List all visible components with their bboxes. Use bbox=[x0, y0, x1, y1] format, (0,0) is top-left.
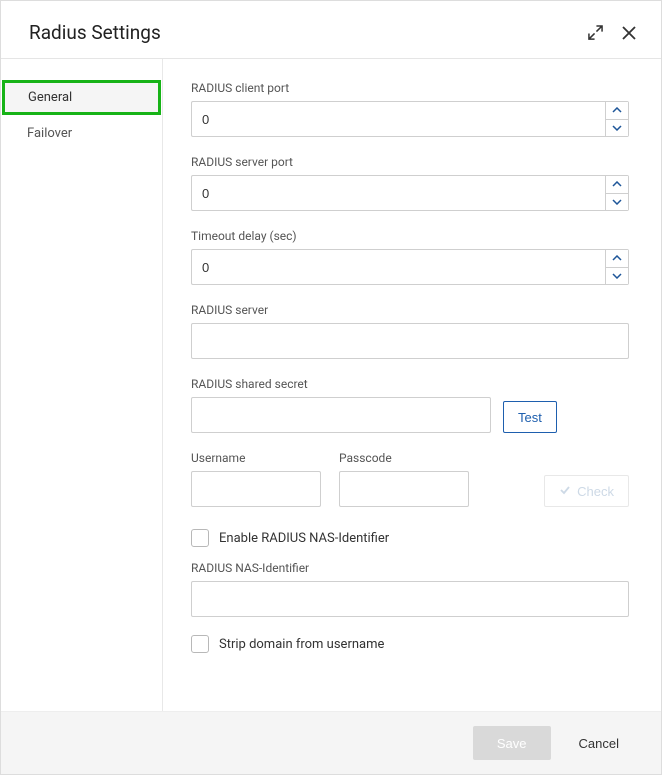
test-button[interactable]: Test bbox=[503, 401, 557, 433]
server-port-stepper bbox=[605, 175, 629, 211]
secret-input[interactable] bbox=[191, 397, 491, 433]
server-port-spinner bbox=[191, 175, 629, 211]
client-port-input[interactable] bbox=[191, 101, 605, 137]
passcode-label: Passcode bbox=[339, 451, 469, 465]
tab-general[interactable]: General bbox=[2, 80, 161, 115]
dialog-footer: Save Cancel bbox=[1, 711, 661, 774]
dialog-body: General Failover RADIUS client port bbox=[1, 59, 661, 711]
chevron-up-icon[interactable] bbox=[606, 102, 628, 120]
field-client-port: RADIUS client port bbox=[191, 81, 629, 137]
chevron-down-icon[interactable] bbox=[606, 120, 628, 137]
field-secret: RADIUS shared secret Test bbox=[191, 377, 629, 433]
cancel-button[interactable]: Cancel bbox=[561, 726, 637, 760]
expand-icon[interactable] bbox=[588, 25, 603, 40]
timeout-input[interactable] bbox=[191, 249, 605, 285]
tab-failover[interactable]: Failover bbox=[1, 116, 162, 151]
enable-nas-checkbox[interactable] bbox=[191, 529, 209, 547]
chevron-up-icon[interactable] bbox=[606, 176, 628, 194]
server-input[interactable] bbox=[191, 323, 629, 359]
save-button[interactable]: Save bbox=[473, 726, 551, 760]
username-label: Username bbox=[191, 451, 321, 465]
strip-domain-label: Strip domain from username bbox=[219, 637, 384, 652]
client-port-stepper bbox=[605, 101, 629, 137]
check-button-label: Check bbox=[577, 484, 614, 499]
secret-label: RADIUS shared secret bbox=[191, 377, 629, 391]
username-input[interactable] bbox=[191, 471, 321, 507]
check-icon bbox=[559, 484, 571, 499]
sidebar: General Failover bbox=[1, 59, 163, 711]
server-port-input[interactable] bbox=[191, 175, 605, 211]
chevron-down-icon[interactable] bbox=[606, 194, 628, 211]
server-port-label: RADIUS server port bbox=[191, 155, 629, 169]
enable-nas-label: Enable RADIUS NAS-Identifier bbox=[219, 531, 389, 546]
client-port-label: RADIUS client port bbox=[191, 81, 629, 95]
field-timeout: Timeout delay (sec) bbox=[191, 229, 629, 285]
enable-nas-row: Enable RADIUS NAS-Identifier bbox=[191, 529, 629, 547]
dialog-title: Radius Settings bbox=[29, 21, 161, 44]
nas-id-label: RADIUS NAS-Identifier bbox=[191, 561, 629, 575]
server-label: RADIUS server bbox=[191, 303, 629, 317]
strip-domain-row: Strip domain from username bbox=[191, 635, 629, 653]
timeout-stepper bbox=[605, 249, 629, 285]
field-username: Username bbox=[191, 451, 321, 507]
nas-id-input[interactable] bbox=[191, 581, 629, 617]
secret-row: Test bbox=[191, 397, 629, 433]
strip-domain-checkbox[interactable] bbox=[191, 635, 209, 653]
content-panel: RADIUS client port RADIUS server port bbox=[163, 59, 661, 711]
check-button[interactable]: Check bbox=[544, 475, 629, 507]
client-port-spinner bbox=[191, 101, 629, 137]
chevron-down-icon[interactable] bbox=[606, 268, 628, 285]
dialog-header: Radius Settings bbox=[1, 1, 661, 59]
timeout-label: Timeout delay (sec) bbox=[191, 229, 629, 243]
userpass-row: Username Passcode Check bbox=[191, 451, 629, 507]
header-actions bbox=[588, 25, 637, 41]
field-passcode: Passcode bbox=[339, 451, 469, 507]
field-nas-id: RADIUS NAS-Identifier bbox=[191, 561, 629, 617]
radius-settings-dialog: Radius Settings General Failover RADIUS … bbox=[0, 0, 662, 775]
passcode-input[interactable] bbox=[339, 471, 469, 507]
field-server-port: RADIUS server port bbox=[191, 155, 629, 211]
chevron-up-icon[interactable] bbox=[606, 250, 628, 268]
timeout-spinner bbox=[191, 249, 629, 285]
field-server: RADIUS server bbox=[191, 303, 629, 359]
close-icon[interactable] bbox=[621, 25, 637, 41]
